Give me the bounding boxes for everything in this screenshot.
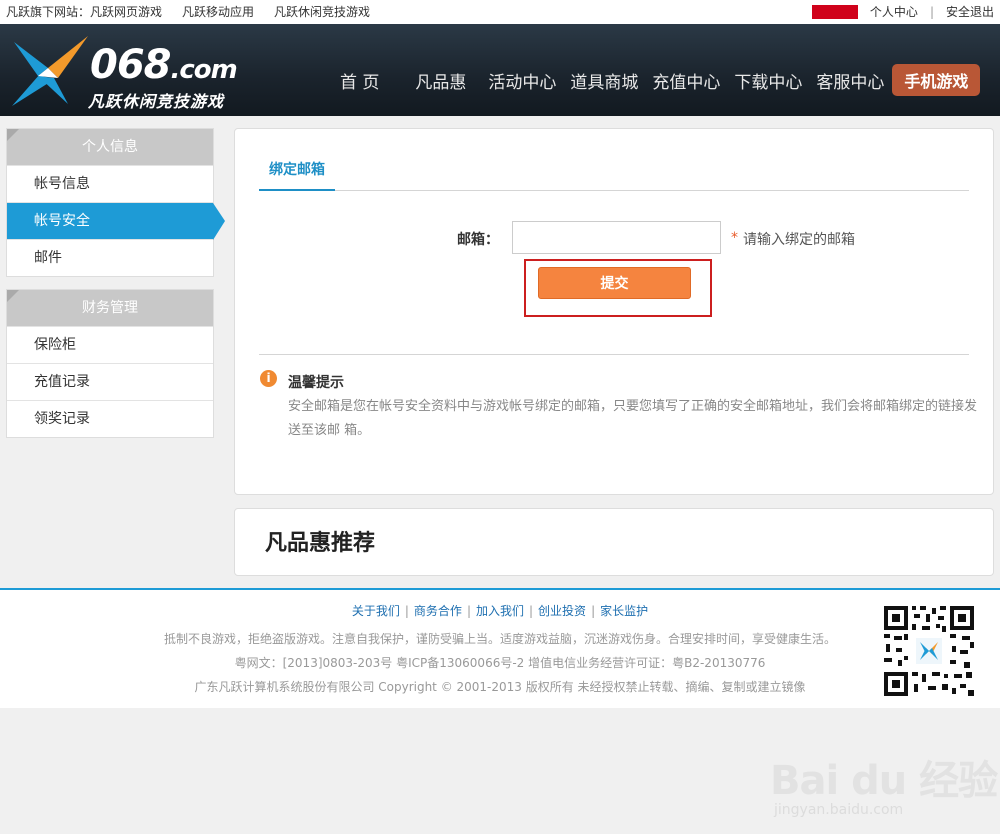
personal-center-link[interactable]: 个人中心 — [870, 0, 918, 24]
footer-separator: | — [591, 604, 596, 618]
logo-slogan: 凡跃休闲竞技游戏 — [88, 92, 225, 111]
separator: | — [929, 5, 934, 19]
footer-link-investment[interactable]: 创业投资 — [538, 604, 586, 618]
sidebar-item-prize-records[interactable]: 领奖记录 — [7, 400, 213, 437]
footer-separator: | — [466, 604, 471, 618]
site-header: 068.com 凡跃休闲竞技游戏 首 页 凡品惠 活动中心 道具商城 充值中心 … — [0, 24, 1000, 116]
sidebar-item-mail[interactable]: 邮件 — [7, 239, 213, 276]
username-block — [811, 5, 858, 19]
sidebar-item-safe-box[interactable]: 保险柜 — [7, 326, 213, 363]
info-icon: i — [260, 370, 277, 387]
footer-link-join[interactable]: 加入我们 — [476, 604, 524, 618]
recommend-panel: 凡品惠推荐 — [234, 508, 994, 576]
sidebar-heading-personal: 个人信息 — [7, 129, 213, 165]
sidebar-heading-finance: 财务管理 — [7, 290, 213, 326]
baidu-watermark: Bai du 经验 jingyan.baidu.com — [770, 748, 998, 818]
top-bar: 凡跃旗下网站：凡跃网页游戏 凡跃移动应用 凡跃休闲竞技游戏 个人中心 | 安全退… — [0, 0, 1000, 24]
nav-activities[interactable]: 活动中心 — [488, 68, 556, 93]
nav-fanpinhui[interactable]: 凡品惠 — [415, 68, 466, 93]
site-link-webgames[interactable]: 凡跃旗下网站：凡跃网页游戏 — [6, 0, 162, 24]
sidebar-item-account-security[interactable]: 帐号安全 — [7, 202, 225, 240]
footer-link-parental[interactable]: 家长监护 — [600, 604, 648, 618]
qr-code-icon — [882, 604, 976, 698]
nav-download[interactable]: 下载中心 — [734, 68, 802, 93]
logo-text: 068.com — [90, 42, 238, 88]
footer-link-about[interactable]: 关于我们 — [352, 604, 400, 618]
email-label: 邮箱： — [457, 232, 499, 248]
nav-home[interactable]: 首 页 — [340, 68, 379, 93]
user-links: 个人中心 | 安全退出 — [811, 0, 994, 24]
tip-text: 安全邮箱是您在帐号安全资料中与游戏帐号绑定的邮箱，只要您填写了正确的安全邮箱地址… — [288, 399, 978, 438]
email-hint: 请输入绑定的邮箱 — [743, 232, 855, 248]
email-input[interactable] — [512, 221, 721, 254]
sidebar-group-personal: 个人信息 帐号信息 帐号安全 邮件 — [6, 128, 225, 277]
divider — [259, 354, 969, 355]
recommend-title: 凡品惠推荐 — [265, 530, 376, 556]
site-link-mobile-apps[interactable]: 凡跃移动应用 — [182, 0, 254, 24]
logout-link[interactable]: 安全退出 — [946, 0, 994, 24]
footer-notice: 抵制不良游戏，拒绝盗版游戏。注意自我保护，谨防受骗上当。适度游戏益脑，沉迷游戏伤… — [163, 632, 836, 646]
site-link-casual-games[interactable]: 凡跃休闲竞技游戏 — [274, 0, 370, 24]
bind-email-panel: 绑定邮箱 邮箱： * 请输入绑定的邮箱 提交 i 温馨提示 安全邮箱是您在帐号安… — [234, 128, 994, 495]
footer-license: 粤网文：[2013]0803-203号 粤ICP备13060066号-2 增值电… — [234, 656, 766, 670]
star-logo-icon — [12, 36, 88, 106]
sidebar-item-recharge-records[interactable]: 充值记录 — [7, 363, 213, 400]
submit-button[interactable]: 提交 — [538, 267, 691, 299]
watermark-main: Bai du 经验 — [770, 758, 998, 804]
site-links: 凡跃旗下网站：凡跃网页游戏 凡跃移动应用 凡跃休闲竞技游戏 — [6, 0, 370, 24]
footer-links: 关于我们 | 商务合作 | 加入我们 | 创业投资 | 家长监护 — [0, 602, 1000, 619]
footer-separator: | — [529, 604, 534, 618]
footer-separator: | — [404, 604, 409, 618]
nav-mobile-games-button[interactable]: 手机游戏 — [892, 64, 981, 96]
main-nav: 首 页 凡品惠 活动中心 道具商城 充值中心 下载中心 客服中心 手机游戏 — [340, 64, 981, 96]
logo[interactable]: 068.com 凡跃休闲竞技游戏 — [8, 32, 248, 112]
footer-copyright: 广东凡跃计算机系统股份有限公司 Copyright © 2001-2013 版权… — [194, 680, 806, 694]
footer-link-business[interactable]: 商务合作 — [414, 604, 462, 618]
footer: 关于我们 | 商务合作 | 加入我们 | 创业投资 | 家长监护 抵制不良游戏，拒绝盗版游戏。注… — [0, 588, 1000, 708]
email-form-row: 邮箱： * 请输入绑定的邮箱 — [235, 221, 995, 254]
nav-recharge[interactable]: 充值中心 — [652, 68, 720, 93]
tab-bar: 绑定邮箱 — [259, 159, 969, 191]
tab-bind-email[interactable]: 绑定邮箱 — [259, 159, 335, 191]
required-mark: * — [731, 230, 738, 246]
nav-item-shop[interactable]: 道具商城 — [570, 68, 638, 93]
nav-customer-service[interactable]: 客服中心 — [816, 68, 884, 93]
sidebar-group-finance: 财务管理 保险柜 充值记录 领奖记录 — [6, 289, 214, 438]
tip-title: 温馨提示 — [288, 375, 344, 391]
sidebar-item-account-info[interactable]: 帐号信息 — [7, 165, 213, 202]
